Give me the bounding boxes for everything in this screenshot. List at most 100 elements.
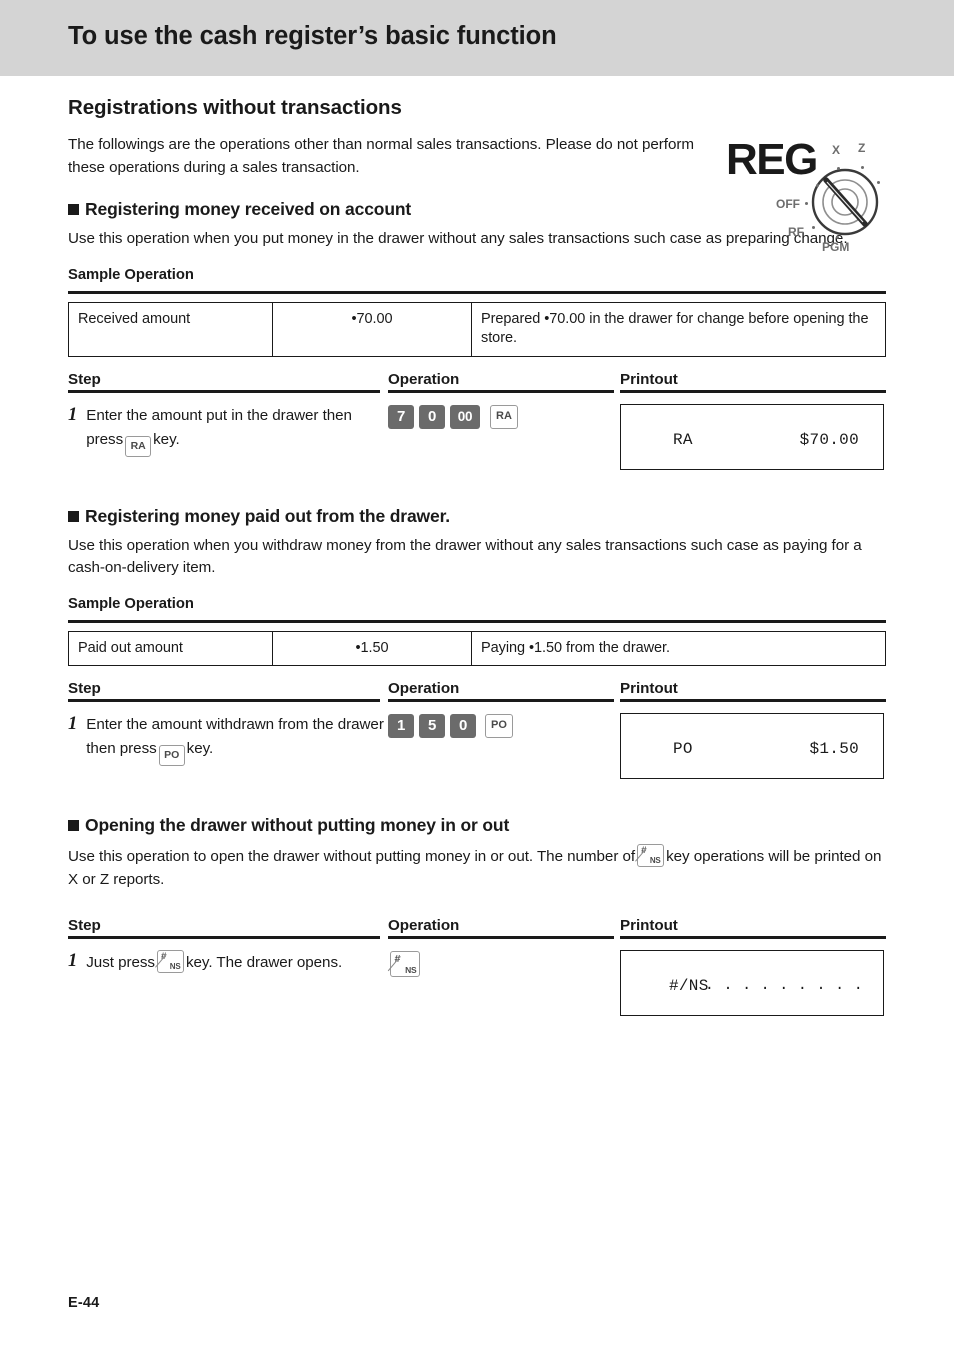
key-5[interactable]: 5	[419, 714, 445, 738]
column-header-step: Step	[68, 371, 388, 393]
page-content: Registrations without transactions The f…	[68, 96, 886, 1016]
sample-row-value: •70.00	[272, 301, 472, 357]
mode-dial-illustration: REG X Z OFF RF PGM	[726, 136, 892, 254]
step-number: 1	[68, 714, 78, 734]
step-row-po: 1 Enter the amount withdrawn from the dr…	[68, 713, 886, 779]
printout-label: RA	[673, 430, 693, 449]
key-ra[interactable]: RA	[490, 404, 518, 429]
printout-amount: $70.00	[799, 430, 859, 449]
step-number: 1	[68, 404, 78, 425]
table-row: Paid out amount •1.50 Paying •1.50 from …	[68, 630, 886, 666]
column-header-rule	[68, 936, 380, 939]
dial-label-rf: RF	[788, 225, 804, 239]
page-number: E-44	[68, 1295, 100, 1311]
printout-box-ra: RA $70.00	[620, 403, 884, 470]
sample-row-value: •1.50	[272, 630, 472, 666]
column-header-step-text: Step	[68, 370, 101, 388]
step-cell: 1 Enter the amount withdrawn from the dr…	[68, 713, 388, 779]
step-text-after: key.	[153, 430, 180, 448]
dial-tick-x	[837, 167, 840, 170]
inline-key-no-sale[interactable]: # NS	[637, 844, 665, 867]
step-description: Enter the amount put in the drawer then …	[86, 404, 388, 470]
column-header-operation: Operation	[388, 917, 620, 939]
column-header-printout: Printout	[620, 371, 886, 393]
column-headers-po: Step Operation Printout	[68, 680, 886, 702]
square-bullet-icon	[68, 204, 79, 215]
step-cell: 1 Enter the amount put in the drawer the…	[68, 404, 388, 470]
inline-key-po[interactable]: PO	[158, 745, 185, 766]
column-header-rule	[68, 389, 380, 393]
key-00[interactable]: 00	[450, 404, 480, 429]
column-header-step-text: Step	[68, 917, 101, 934]
topic-heading-text: Registering money paid out from the draw…	[85, 505, 450, 526]
column-header-step: Step	[68, 917, 388, 939]
printout-cell: RA $70.00	[620, 403, 886, 470]
section-heading: Registrations without transactions	[68, 96, 402, 119]
column-header-step-text: Step	[68, 680, 101, 697]
printout-amount: $1.50	[809, 740, 859, 758]
column-header-step: Step	[68, 680, 388, 702]
key-0[interactable]: 0	[419, 404, 445, 429]
key-po[interactable]: PO	[485, 714, 513, 738]
step-text-before: Enter the amount withdrawn from the draw…	[86, 716, 384, 757]
square-bullet-icon	[68, 820, 79, 831]
ns-key-ns: NS	[405, 965, 417, 975]
column-header-rule	[388, 389, 614, 393]
step-description: Enter the amount withdrawn from the draw…	[86, 713, 388, 779]
inline-key-ra[interactable]: RA	[125, 435, 152, 457]
dial-label-x: X	[832, 143, 841, 157]
step-number: 1	[68, 951, 78, 971]
dial-label-z: Z	[858, 141, 866, 155]
dial-label-off: OFF	[776, 197, 800, 211]
inline-key-no-sale[interactable]: # NS	[156, 950, 184, 973]
intro-text-block: Registrations without transactions The f…	[68, 96, 708, 179]
sample-row-desc: Paying •1.50 from the drawer.	[471, 630, 886, 666]
key-1[interactable]: 1	[388, 714, 414, 738]
step-row-ns: 1 Just press # NS key. The drawer opens. # N…	[68, 950, 886, 1016]
topic-heading-po: Registering money paid out from the draw…	[68, 506, 886, 527]
operation-cell: # NS	[388, 950, 620, 1016]
intro-section: Registrations without transactions The f…	[68, 96, 886, 253]
column-header-printout: Printout	[620, 917, 886, 939]
column-header-operation-text: Operation	[388, 680, 460, 697]
step-text-after: key.	[186, 740, 214, 757]
topic-heading-ns: Opening the drawer without putting money…	[68, 815, 886, 836]
printout-box-ns: #/NS . . . . . . . . .	[620, 950, 884, 1016]
step-description: Just press # NS key. The drawer opens.	[86, 950, 342, 1016]
printout-box-po: PO $1.50	[620, 713, 884, 779]
dial-tick-rf	[812, 226, 815, 229]
operation-cell: 7 0 00 RA	[388, 404, 620, 470]
sample-operation-table-po: Paid out amount •1.50 Paying •1.50 from …	[68, 630, 886, 667]
sample-row-desc: Prepared •70.00 in the drawer for change…	[471, 301, 886, 357]
operation-cell: 1 5 0 PO	[388, 713, 620, 779]
column-header-printout-text: Printout	[620, 680, 678, 697]
topic-heading-text: Opening the drawer without putting money…	[85, 815, 510, 835]
key-7[interactable]: 7	[388, 404, 414, 429]
dial-label-pgm: PGM	[822, 240, 850, 254]
topic-description-po: Use this operation when you withdraw mon…	[68, 536, 862, 577]
key-0[interactable]: 0	[450, 714, 476, 738]
column-header-operation-text: Operation	[388, 370, 460, 388]
printout-label: PO	[673, 740, 693, 758]
column-header-operation: Operation	[388, 371, 620, 393]
step-row-ra: 1 Enter the amount put in the drawer the…	[68, 403, 886, 470]
column-header-rule	[388, 936, 614, 939]
printout-cell: PO $1.50	[620, 713, 886, 779]
column-header-operation-text: Operation	[388, 917, 460, 934]
column-headers-ra: Step Operation Printout	[68, 371, 886, 393]
sample-operation-label-po: Sample Operation	[68, 595, 194, 612]
dial-tick-z	[861, 166, 864, 169]
dial-tick-extra	[877, 181, 880, 184]
dial-tick-reg	[816, 184, 819, 187]
column-header-printout-text: Printout	[620, 917, 678, 934]
dial-tick-off	[805, 202, 808, 205]
column-header-printout: Printout	[620, 680, 886, 702]
key-no-sale[interactable]: # NS	[390, 951, 420, 977]
column-header-rule	[620, 389, 886, 393]
topic-description-ns: Use this operation to open the drawer wi…	[68, 844, 886, 891]
dial-tick-pgm	[836, 236, 839, 239]
dial-knob-icon	[811, 168, 879, 236]
printout-cell: #/NS . . . . . . . . .	[620, 950, 886, 1016]
topic-heading-text: Registering money received on account	[85, 199, 412, 219]
column-header-rule	[620, 699, 886, 702]
